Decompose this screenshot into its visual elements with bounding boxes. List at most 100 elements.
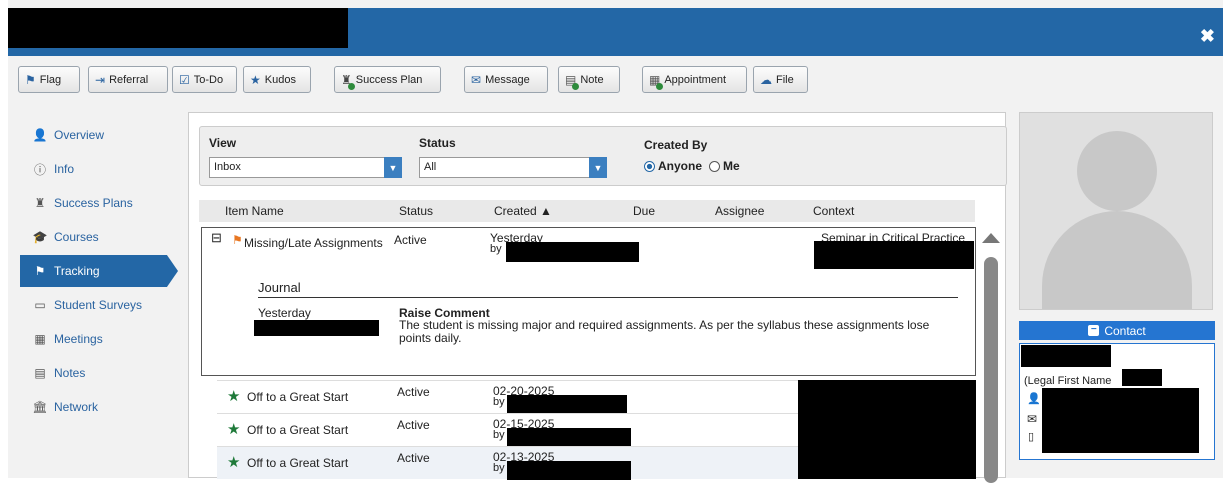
star-icon: ★ — [250, 72, 261, 87]
row-created-by: by — [493, 462, 505, 474]
note-icon: ▤ — [34, 366, 46, 380]
message-button[interactable]: ✉ Message — [464, 66, 548, 93]
redacted-contact-name — [1021, 345, 1111, 367]
redacted-entry-author — [254, 320, 379, 336]
col-context[interactable]: Context — [813, 204, 854, 218]
filter-bar: View Inbox ▼ Status All ▼ Created By Any… — [199, 126, 1007, 186]
redacted-student-name — [8, 8, 348, 48]
me-radio[interactable]: Me — [709, 159, 740, 173]
anyone-label: Anyone — [658, 159, 703, 173]
success-plan-icon: ♜ — [341, 72, 355, 90]
file-button[interactable]: ☁ File — [753, 66, 808, 93]
cloud-upload-icon: ☁ — [760, 72, 772, 87]
referral-label: Referral — [109, 73, 149, 86]
sidebar-item-network[interactable]: 🏛 Network — [20, 392, 170, 422]
sidebar-item-student-surveys[interactable]: ▭ Student Surveys — [20, 290, 170, 320]
status-label: Status — [419, 136, 456, 150]
star-icon: ★ — [227, 388, 241, 405]
star-icon: ★ — [227, 421, 241, 438]
flag-icon: ⚑ — [34, 264, 46, 278]
kudos-button[interactable]: ★ Kudos — [243, 66, 311, 93]
survey-icon: ▭ — [34, 298, 46, 312]
view-label: View — [209, 136, 237, 150]
sidebar-item-label: Student Surveys — [54, 298, 143, 312]
referral-button[interactable]: ⇥ Referral — [88, 66, 168, 93]
me-label: Me — [723, 159, 740, 173]
scrollbar-thumb[interactable] — [984, 257, 998, 483]
sidebar-item-tracking[interactable]: ⚑ Tracking — [20, 255, 178, 287]
avatar-body — [1042, 211, 1192, 309]
journal-title: Journal — [258, 280, 301, 295]
redacted-creator — [507, 428, 631, 446]
phone-icon: ▯ — [1028, 431, 1035, 443]
journal-entry-text: The student is missing major and require… — [399, 318, 930, 345]
sidebar-item-info[interactable]: ⓘ Info — [20, 154, 170, 184]
table-header: Item Name Status Created ▲ Due Assignee … — [199, 200, 975, 222]
scrollbar[interactable] — [981, 231, 1001, 483]
checkbox-icon: ☑ — [179, 72, 190, 87]
sidebar-item-meetings[interactable]: ▦ Meetings — [20, 324, 170, 354]
appointment-label: Appointment — [664, 73, 727, 86]
sidebar-item-label: Notes — [54, 366, 86, 380]
sidebar-item-courses[interactable]: 🎓 Courses — [20, 222, 170, 252]
col-item-name[interactable]: Item Name — [225, 204, 284, 218]
flag-button[interactable]: ⚑ Flag — [18, 66, 80, 93]
redacted-creator — [507, 395, 627, 413]
file-label: File — [776, 73, 794, 86]
message-label: Message — [485, 73, 530, 86]
note-button[interactable]: ▤ Note — [558, 66, 620, 93]
row-status: Active — [397, 451, 430, 465]
sidebar-item-label: Courses — [54, 230, 99, 244]
sidebar-item-label: Info — [54, 162, 75, 176]
envelope-icon: ✉ — [1027, 412, 1038, 426]
contact-toggle[interactable]: − Contact — [1019, 321, 1215, 340]
todo-button[interactable]: ☑ To-Do — [172, 66, 237, 93]
close-icon[interactable]: ✖ — [1200, 26, 1215, 47]
user-icon: 👤 — [32, 128, 48, 142]
calendar-icon: ▦ — [649, 72, 664, 90]
legal-first-name-label: (Legal First Name — [1024, 375, 1112, 387]
sidebar-item-success-plans[interactable]: ♜ Success Plans — [20, 188, 170, 218]
sidebar-item-overview[interactable]: 👤 Overview — [20, 120, 170, 150]
row-item-name[interactable]: Off to a Great Start — [247, 456, 348, 470]
note-icon: ▤ — [565, 72, 580, 90]
col-due[interactable]: Due — [633, 204, 655, 218]
sidebar-item-notes[interactable]: ▤ Notes — [20, 358, 170, 388]
envelope-icon: ✉ — [471, 72, 482, 87]
view-select-value: Inbox — [214, 161, 241, 173]
info-icon: ⓘ — [33, 162, 46, 177]
journal-divider — [258, 297, 958, 298]
chevron-down-icon: ▼ — [589, 157, 607, 178]
view-select[interactable]: Inbox ▼ — [209, 157, 402, 178]
contact-panel: (Legal First Name 👤 ✉ ▯ — [1019, 343, 1215, 460]
appointment-button[interactable]: ▦ Appointment — [642, 66, 747, 93]
journal-entry-date: Yesterday — [258, 306, 311, 320]
redacted-creator — [506, 242, 639, 262]
success-plan-label: Success Plan — [355, 73, 423, 86]
col-created[interactable]: Created ▲ — [494, 204, 552, 218]
item-status: Active — [394, 233, 427, 247]
minus-icon: − — [1088, 325, 1100, 336]
success-plan-icon: ♜ — [34, 196, 46, 210]
row-item-name[interactable]: Off to a Great Start — [247, 390, 348, 404]
status-select-value: All — [424, 161, 437, 173]
kudos-label: Kudos — [264, 73, 296, 86]
chevron-down-icon: ▼ — [384, 157, 402, 178]
anyone-radio[interactable]: Anyone — [644, 159, 702, 173]
success-plan-button[interactable]: ♜ Success Plan — [334, 66, 441, 93]
status-select[interactable]: All ▼ — [419, 157, 607, 178]
scroll-up-icon[interactable] — [982, 233, 1000, 243]
col-assignee[interactable]: Assignee — [715, 204, 764, 218]
item-created-by: by — [490, 243, 502, 255]
collapse-icon[interactable]: ⊟ — [211, 230, 222, 246]
tracking-panel: View Inbox ▼ Status All ▼ Created By Any… — [188, 112, 1007, 483]
col-status[interactable]: Status — [399, 204, 433, 218]
avatar-head — [1077, 131, 1157, 211]
sidebar-item-label: Tracking — [54, 264, 100, 278]
redacted-context-block — [798, 380, 976, 479]
row-status: Active — [397, 418, 430, 432]
row-item-name[interactable]: Off to a Great Start — [247, 423, 348, 437]
redacted-context — [814, 241, 974, 269]
item-name[interactable]: Missing/Late Assignments — [244, 236, 383, 250]
redacted-legal-first-name — [1122, 369, 1162, 386]
